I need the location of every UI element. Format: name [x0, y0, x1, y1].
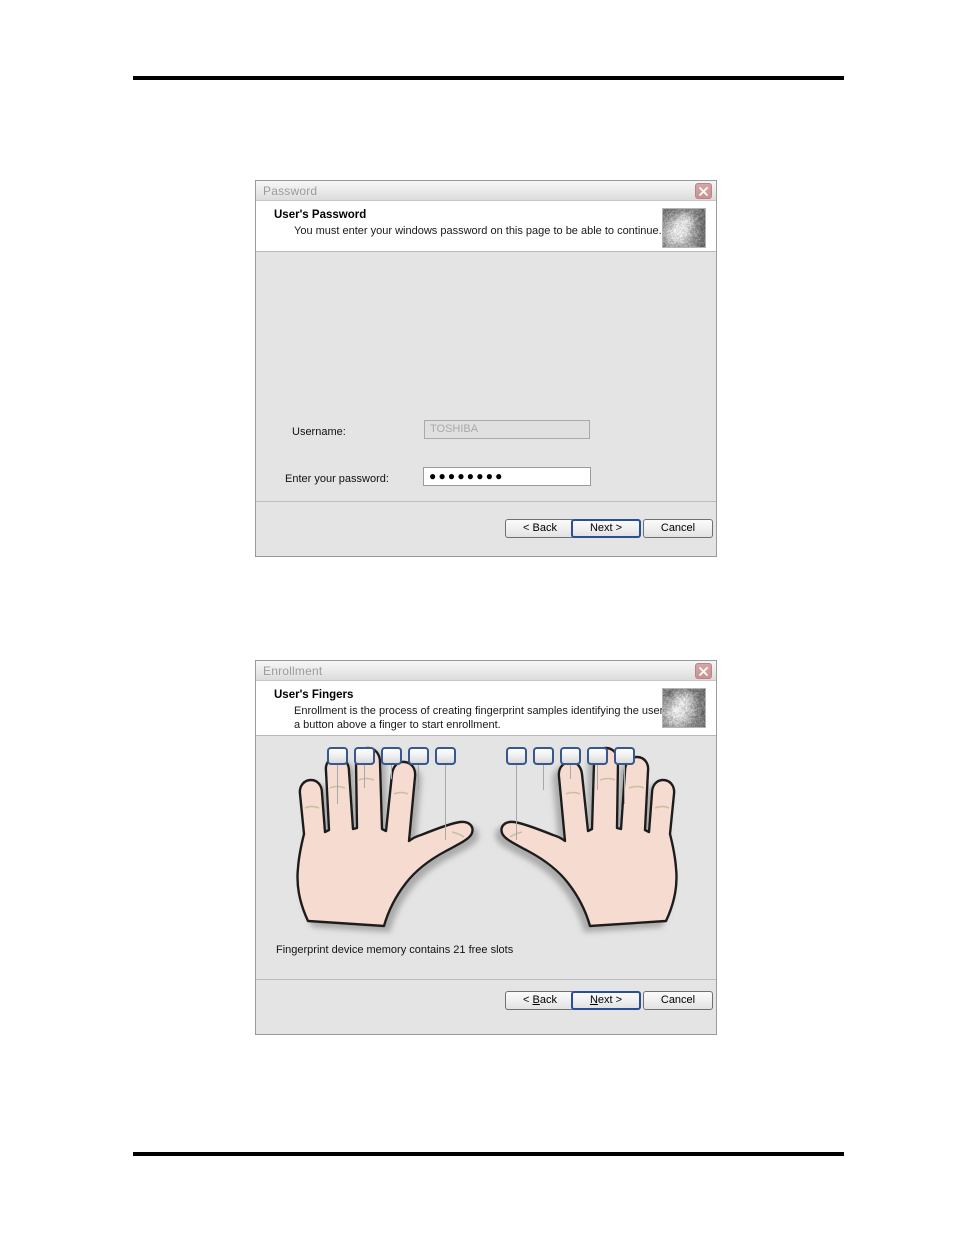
next-button-suffix: ext > — [598, 994, 622, 1006]
leader-line — [624, 764, 625, 804]
username-label: Username: — [292, 426, 346, 438]
password-dialog-heading: User's Password — [274, 209, 716, 221]
fingerprint-photo-thumbnail — [662, 208, 706, 248]
fingerprint-photo-thumbnail — [662, 688, 706, 728]
leader-line — [364, 764, 365, 788]
page-rule-top — [133, 76, 844, 80]
finger-button-left-index[interactable] — [408, 747, 429, 765]
leader-line — [337, 764, 338, 804]
left-hand-graphic — [297, 748, 472, 926]
password-dialog: Password User's Password You must enter … — [255, 180, 717, 557]
memory-status-text: Fingerprint device memory contains 21 fr… — [276, 944, 513, 956]
enrollment-dialog-header: User's Fingers Enrollment is the process… — [256, 681, 716, 736]
username-field: TOSHIBA — [424, 420, 590, 439]
finger-button-left-middle[interactable] — [381, 747, 402, 765]
password-label: Enter your password: — [285, 473, 389, 485]
finger-button-right-middle[interactable] — [560, 747, 581, 765]
next-button-mnemonic: N — [590, 994, 598, 1006]
close-icon[interactable] — [695, 663, 712, 679]
back-button-mnemonic: B — [533, 994, 540, 1006]
password-field[interactable]: ●●●●●●●● — [423, 467, 591, 486]
enrollment-dialog-titlebar: Enrollment — [256, 661, 716, 681]
back-button-prefix: < — [523, 994, 532, 1006]
finger-button-right-index[interactable] — [533, 747, 554, 765]
finger-button-right-ring[interactable] — [587, 747, 608, 765]
leader-line — [597, 764, 598, 790]
leader-line — [445, 764, 446, 840]
leader-line — [543, 764, 544, 790]
hands-illustration — [256, 736, 718, 979]
finger-button-left-little[interactable] — [327, 747, 348, 765]
back-button[interactable]: < Back — [505, 991, 575, 1010]
page-rule-bottom — [133, 1152, 844, 1156]
next-button[interactable]: Next > — [571, 519, 641, 538]
password-dialog-description: You must enter your windows password on … — [294, 224, 694, 238]
finger-button-right-thumb[interactable] — [506, 747, 527, 765]
leader-line — [418, 764, 419, 790]
password-dialog-footer: < Back Next > Cancel — [256, 501, 716, 556]
password-dialog-header: User's Password You must enter your wind… — [256, 201, 716, 252]
leader-line — [570, 764, 571, 779]
back-button[interactable]: < Back — [505, 519, 575, 538]
close-icon[interactable] — [695, 183, 712, 199]
finger-button-left-thumb[interactable] — [435, 747, 456, 765]
finger-button-left-ring[interactable] — [354, 747, 375, 765]
password-dialog-title: Password — [263, 184, 317, 198]
finger-button-right-little[interactable] — [614, 747, 635, 765]
enrollment-dialog-description: Enrollment is the process of creating fi… — [294, 704, 694, 732]
right-hand-graphic — [502, 748, 677, 926]
leader-line — [516, 764, 517, 840]
enrollment-dialog: Enrollment User's Fingers Enrollment is … — [255, 660, 717, 1035]
cancel-button[interactable]: Cancel — [643, 519, 713, 538]
next-button[interactable]: Next > — [571, 991, 641, 1010]
enrollment-dialog-title: Enrollment — [263, 664, 322, 678]
back-button-suffix: ack — [540, 994, 557, 1006]
enrollment-dialog-body: Fingerprint device memory contains 21 fr… — [256, 736, 716, 979]
cancel-button[interactable]: Cancel — [643, 991, 713, 1010]
password-dialog-body: Username: TOSHIBA Enter your password: ●… — [256, 252, 716, 501]
password-dialog-titlebar: Password — [256, 181, 716, 201]
leader-line — [391, 764, 392, 779]
enrollment-dialog-footer: < Back Next > Cancel — [256, 979, 716, 1023]
enrollment-dialog-heading: User's Fingers — [274, 689, 716, 701]
